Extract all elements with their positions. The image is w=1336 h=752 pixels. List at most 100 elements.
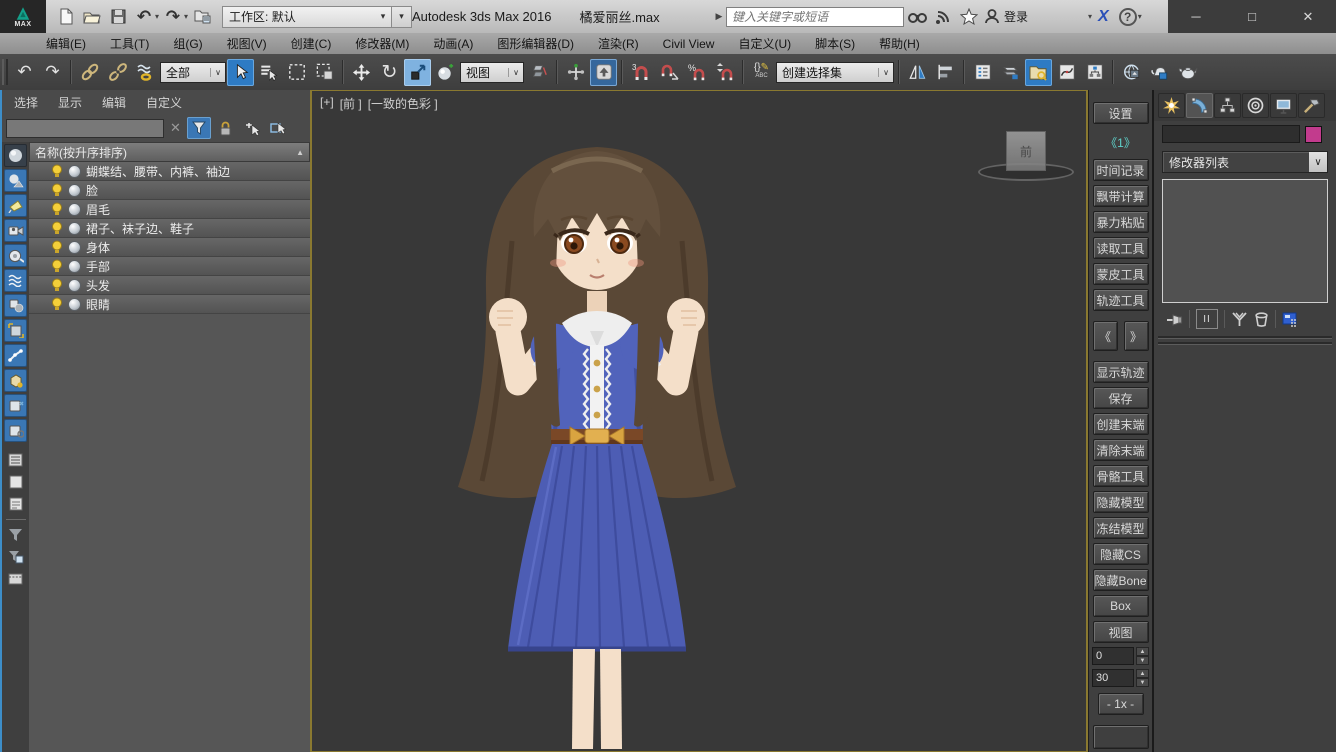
viewcube[interactable]: 前 [1006, 131, 1046, 171]
select-manipulate-button[interactable] [432, 59, 459, 86]
filter-shapes-toggle[interactable] [4, 169, 27, 192]
filter-config-icon[interactable] [4, 547, 27, 567]
force-paste-button[interactable]: 暴力粘贴 [1093, 211, 1149, 233]
clear-search-icon[interactable]: ✕ [168, 120, 183, 136]
explorer-menu-edit[interactable]: 编辑 [102, 94, 126, 111]
menu-views[interactable]: 视图(V) [227, 35, 267, 52]
render-setup-button[interactable] [1118, 59, 1145, 86]
collapse-strip-icon[interactable] [4, 569, 27, 589]
toolbar-handle[interactable] [2, 59, 8, 85]
spinner-snap-button[interactable] [711, 59, 738, 86]
time-record-button[interactable]: 时间记录 [1093, 159, 1149, 181]
tab-utilities[interactable] [1298, 93, 1325, 118]
menu-modifiers[interactable]: 修改器(M) [355, 35, 409, 52]
sign-in-label[interactable]: 登录 [1004, 8, 1028, 25]
schematic-view-button[interactable] [1081, 59, 1108, 86]
mirror-button[interactable] [904, 59, 931, 86]
menu-civil-view[interactable]: Civil View [663, 37, 715, 51]
redo-dropdown-icon[interactable]: ▾ [184, 12, 188, 21]
make-unique-button[interactable] [1231, 312, 1248, 327]
spin-up-icon[interactable]: ▲ [1136, 647, 1149, 656]
prev-page-button[interactable]: 《 [1093, 321, 1118, 351]
save-button[interactable]: 保存 [1093, 387, 1149, 409]
open-file-button[interactable] [80, 5, 104, 29]
character-model[interactable] [312, 91, 1086, 749]
workspace-dropdown[interactable]: 工作区: 默认 ▾ [222, 6, 392, 28]
search-button[interactable] [904, 4, 930, 30]
object-color-swatch[interactable] [1305, 126, 1322, 143]
tab-hierarchy[interactable] [1214, 93, 1241, 118]
read-tool-button[interactable]: 读取工具 [1093, 237, 1149, 259]
close-button[interactable]: ✕ [1288, 4, 1328, 30]
menu-group[interactable]: 组(G) [173, 35, 202, 52]
create-end-button[interactable]: 创建末端 [1093, 413, 1149, 435]
favorites-button[interactable] [956, 4, 982, 30]
spin-up-icon[interactable]: ▲ [1136, 669, 1149, 678]
explorer-menu-customize[interactable]: 自定义 [146, 94, 182, 111]
snap-toggle-button[interactable]: 3 [627, 59, 654, 86]
pivot-center-button[interactable] [525, 59, 552, 86]
skin-tool-button[interactable]: 蒙皮工具 [1093, 263, 1149, 285]
workspace-flyout-button[interactable]: ▾ [392, 6, 412, 28]
select-place-button[interactable] [562, 59, 589, 86]
filter-containers-toggle[interactable] [4, 369, 27, 392]
hide-bone-button[interactable]: 隐藏Bone [1093, 569, 1149, 591]
filter-helpers-toggle[interactable] [4, 244, 27, 267]
filter-lights-toggle[interactable] [4, 194, 27, 217]
undo-scene-button[interactable]: ↶ [11, 59, 38, 86]
ribbon-toggle-button[interactable] [997, 59, 1024, 86]
pin-stack-button[interactable] [1166, 312, 1183, 327]
select-by-name-button[interactable] [255, 59, 282, 86]
scene-explorer-toggle-button[interactable] [1025, 59, 1052, 86]
spin-down-icon[interactable]: ▼ [1136, 678, 1149, 687]
bind-spacewarp-button[interactable] [132, 59, 159, 86]
filter-funnel-icon[interactable] [4, 525, 27, 545]
viewport-menu-shading[interactable]: [一致的色彩 ] [368, 95, 438, 112]
menu-animation[interactable]: 动画(A) [433, 35, 473, 52]
properties-page-icon[interactable] [4, 494, 27, 514]
redo-scene-button[interactable]: ↷ [39, 59, 66, 86]
modifier-list-dropdown[interactable]: 修改器列表 ∨ [1162, 151, 1328, 173]
hide-cs-button[interactable]: 隐藏CS [1093, 543, 1149, 565]
minimize-button[interactable]: ─ [1176, 4, 1216, 30]
trajectory-tool-button[interactable]: 轨迹工具 [1093, 289, 1149, 311]
list-view-icon[interactable] [4, 450, 27, 470]
undo-dropdown-icon[interactable]: ▾ [155, 12, 159, 21]
bone-tool-button[interactable]: 骨骼工具 [1093, 465, 1149, 487]
angle-snap-button[interactable] [655, 59, 682, 86]
hide-model-button[interactable]: 隐藏模型 [1093, 491, 1149, 513]
select-scale-button[interactable] [404, 59, 431, 86]
spin-down-icon[interactable]: ▼ [1136, 656, 1149, 665]
end-frame-input[interactable] [1092, 669, 1134, 687]
next-page-button[interactable]: 》 [1124, 321, 1149, 351]
named-sets-dropdown[interactable]: 创建选择集 ∨ [776, 62, 894, 83]
object-name-input[interactable] [1162, 125, 1300, 143]
explorer-menu-select[interactable]: 选择 [14, 94, 38, 111]
view-button[interactable]: 视图 [1093, 621, 1149, 643]
help-caret-icon[interactable]: ▾ [1138, 12, 1142, 21]
tab-create[interactable] [1158, 93, 1185, 118]
list-item[interactable]: 身体 [29, 238, 310, 257]
lock-selection-button[interactable] [215, 117, 237, 139]
window-crossing-button[interactable] [311, 59, 338, 86]
remove-modifier-button[interactable] [1254, 312, 1269, 327]
list-item[interactable]: 裙子、袜子边、鞋子 [29, 219, 310, 238]
unlink-button[interactable] [104, 59, 131, 86]
sync-selection-button[interactable] [267, 117, 289, 139]
name-column-header[interactable]: 名称(按升序排序) ▲ [29, 142, 310, 162]
menu-help[interactable]: 帮助(H) [879, 35, 920, 52]
selection-filter-dropdown[interactable]: 全部 ∨ [160, 62, 226, 83]
settings-button[interactable]: 设置 [1093, 102, 1149, 124]
search-filter-button[interactable] [187, 117, 211, 139]
filter-frozen-toggle[interactable] [4, 394, 27, 417]
communication-center-button[interactable] [930, 4, 956, 30]
rendered-frame-button[interactable] [1146, 59, 1173, 86]
select-object-button[interactable] [227, 59, 254, 86]
tab-modify[interactable] [1186, 93, 1213, 118]
coord-system-dropdown[interactable]: 视图 ∨ [460, 62, 524, 83]
box-mode-button[interactable]: Box [1093, 595, 1149, 617]
show-trajectory-button[interactable]: 显示轨迹 [1093, 361, 1149, 383]
menu-customize[interactable]: 自定义(U) [738, 35, 791, 52]
search-history-icon[interactable]: ▶ [712, 11, 726, 22]
undo-button[interactable]: ↶ [132, 5, 156, 29]
